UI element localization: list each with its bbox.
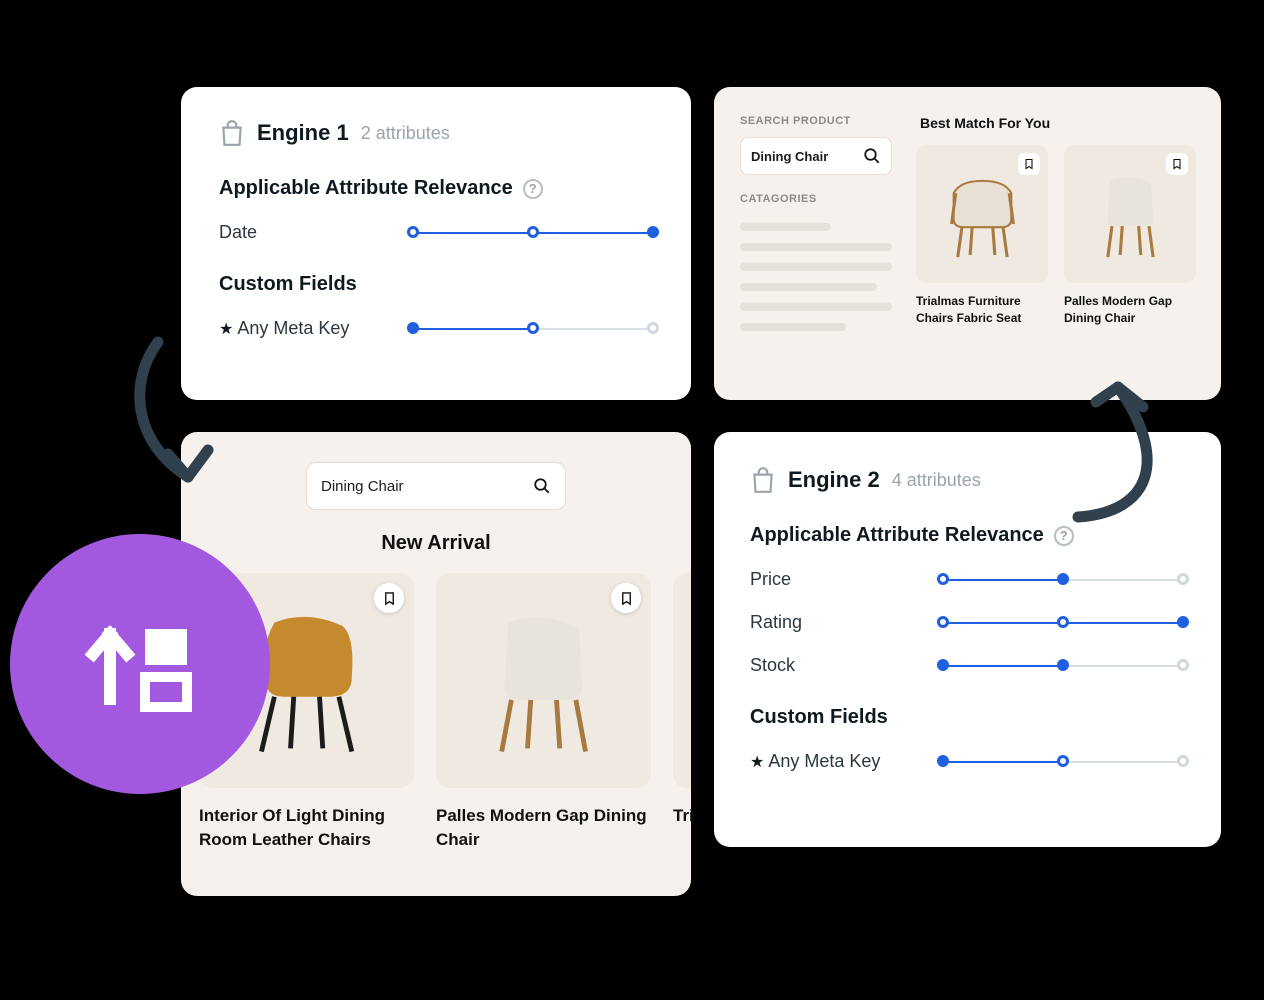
engine1-panel: Engine 1 2 attributes Applicable Attribu… bbox=[181, 87, 691, 400]
sort-ascending-icon bbox=[75, 599, 205, 729]
row-label: ★ Any Meta Key bbox=[750, 751, 880, 772]
product-name: Interior Of Light Dining Room Leather Ch… bbox=[199, 804, 414, 852]
engine1-title: Engine 1 bbox=[257, 120, 349, 146]
categories-label: CATAGORIES bbox=[740, 193, 892, 205]
bookmark-button[interactable] bbox=[611, 583, 641, 613]
engine2-row-stock: Stock bbox=[750, 655, 1183, 676]
product-card[interactable]: Palles Modern Gap Dining Chair bbox=[1064, 145, 1196, 327]
product-name: Trialmas Furniture Chairs Fabric Seat bbox=[916, 293, 1048, 327]
engine1-section-title: Applicable Attribute Relevance ? bbox=[219, 177, 653, 200]
engine2-section-title: Applicable Attribute Relevance ? bbox=[750, 524, 1183, 547]
engine2-panel: Engine 2 4 attributes Applicable Attribu… bbox=[714, 432, 1221, 847]
engine2-row-meta: ★ Any Meta Key bbox=[750, 751, 1183, 772]
product-card[interactable]: Palles Modern Gap Dining Chair bbox=[436, 573, 651, 852]
shopping-bag-icon bbox=[750, 466, 776, 494]
stock-slider[interactable] bbox=[943, 663, 1183, 669]
help-icon[interactable]: ? bbox=[523, 179, 543, 199]
search-input[interactable]: Dining Chair bbox=[740, 137, 892, 175]
category-skeletons bbox=[740, 223, 892, 331]
shopping-bag-icon bbox=[219, 119, 245, 147]
new-arrival-heading: New Arrival bbox=[181, 532, 691, 555]
engine2-subtitle: 4 attributes bbox=[892, 470, 981, 491]
engine1-row-date: Date bbox=[219, 222, 653, 243]
star-icon: ★ bbox=[219, 321, 233, 338]
engine1-section-label: Applicable Attribute Relevance bbox=[219, 177, 513, 200]
price-slider[interactable] bbox=[943, 577, 1183, 583]
search-input[interactable]: Dining Chair bbox=[306, 462, 566, 510]
bookmark-icon bbox=[1023, 158, 1035, 170]
meta-slider[interactable] bbox=[413, 326, 653, 332]
product-card[interactable]: Trialmas Furniture Chairs Fabric Seat bbox=[916, 145, 1048, 327]
product-name: Tria Mot bbox=[673, 804, 691, 828]
rating-slider[interactable] bbox=[943, 620, 1183, 626]
engine2-section-label: Applicable Attribute Relevance bbox=[750, 524, 1044, 547]
search-input-text: Dining Chair bbox=[751, 149, 828, 164]
meta-slider[interactable] bbox=[943, 759, 1183, 765]
row-label: Date bbox=[219, 222, 257, 243]
engine2-header: Engine 2 4 attributes bbox=[750, 466, 1183, 494]
best-match-heading: Best Match For You bbox=[920, 115, 1197, 131]
row-label: Rating bbox=[750, 612, 802, 633]
engine2-row-rating: Rating bbox=[750, 612, 1183, 633]
bookmark-icon bbox=[382, 591, 397, 606]
chair-image bbox=[931, 160, 1034, 268]
best-match-panel: SEARCH PRODUCT Dining Chair CATAGORIES B… bbox=[714, 87, 1221, 400]
meta-key-label: Any Meta Key bbox=[768, 751, 880, 771]
search-label: SEARCH PRODUCT bbox=[740, 115, 892, 127]
row-label: Stock bbox=[750, 655, 795, 676]
engine1-row-meta: ★ Any Meta Key bbox=[219, 318, 653, 339]
product-name: Palles Modern Gap Dining Chair bbox=[1064, 293, 1196, 327]
chair-image bbox=[681, 600, 692, 761]
search-input-text: Dining Chair bbox=[321, 478, 404, 495]
chair-image bbox=[463, 600, 624, 761]
engine1-header: Engine 1 2 attributes bbox=[219, 119, 653, 147]
bookmark-icon bbox=[619, 591, 634, 606]
search-icon bbox=[863, 147, 881, 165]
engine2-custom-title: Custom Fields bbox=[750, 706, 1183, 729]
product-name: Palles Modern Gap Dining Chair bbox=[436, 804, 651, 852]
bookmark-button[interactable] bbox=[1018, 153, 1040, 175]
chair-image bbox=[1079, 160, 1182, 268]
bookmark-icon bbox=[1171, 158, 1183, 170]
star-icon: ★ bbox=[750, 754, 764, 771]
bookmark-button[interactable] bbox=[374, 583, 404, 613]
engine2-row-price: Price bbox=[750, 569, 1183, 590]
search-icon bbox=[533, 477, 551, 495]
engine1-subtitle: 2 attributes bbox=[361, 123, 450, 144]
date-slider[interactable] bbox=[413, 230, 653, 236]
product-card[interactable]: Tria Mot bbox=[673, 573, 691, 852]
row-label: Price bbox=[750, 569, 791, 590]
engine2-title: Engine 2 bbox=[788, 467, 880, 493]
sort-badge bbox=[10, 534, 270, 794]
help-icon[interactable]: ? bbox=[1054, 526, 1074, 546]
engine1-custom-title: Custom Fields bbox=[219, 273, 653, 296]
meta-key-label: Any Meta Key bbox=[237, 318, 349, 338]
bookmark-button[interactable] bbox=[1166, 153, 1188, 175]
row-label: ★ Any Meta Key bbox=[219, 318, 349, 339]
